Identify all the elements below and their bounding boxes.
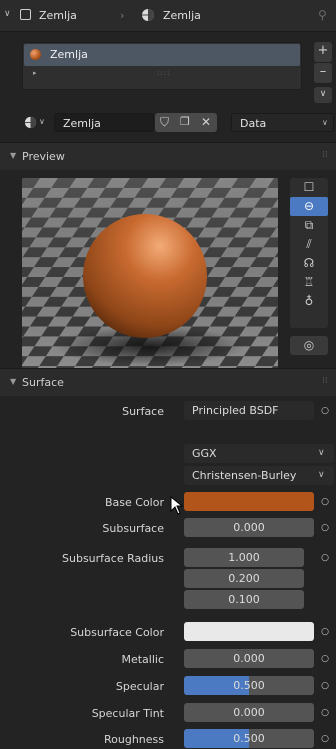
material-sphere-icon (30, 49, 41, 60)
world-icon[interactable]: ◎ (290, 336, 328, 355)
material-slot-row[interactable]: Zemlja (24, 44, 300, 66)
close-icon[interactable]: ✕ (201, 115, 211, 129)
subsurface-radius-z[interactable]: 0.100 (184, 590, 304, 609)
roughness-slider[interactable]: 0.500 (184, 729, 314, 748)
material-sphere-icon (142, 9, 154, 21)
base-color-swatch[interactable] (184, 492, 314, 511)
chevron-down-icon: ∨ (318, 470, 325, 480)
material-slot-list[interactable]: Zemlja ▸ :::: (22, 42, 302, 90)
surface-shader-value: Principled BSDF (192, 404, 279, 417)
preview-render (22, 178, 278, 372)
socket-dot-icon[interactable]: ○ (320, 681, 330, 691)
socket-dot-icon[interactable]: ○ (320, 523, 330, 533)
preview-sphere (83, 214, 207, 338)
socket-dot-icon[interactable]: ○ (320, 627, 330, 637)
material-name-text: Zemlja (63, 117, 101, 130)
pin-icon[interactable]: ⚲ (318, 8, 327, 22)
chevron-down-icon[interactable]: ∨ (4, 9, 11, 19)
slot-label: Zemlja (50, 48, 88, 61)
socket-dot-icon[interactable]: ○ (320, 553, 330, 563)
subsurface-method-value: Christensen-Burley (192, 469, 297, 482)
surface-panel-header[interactable]: ▼ Surface ⁞⁞ (0, 368, 336, 396)
material-name: Zemlja (163, 9, 201, 22)
subsurface-field[interactable]: 0.000 (184, 518, 314, 537)
socket-dot-icon[interactable]: ○ (320, 406, 330, 416)
shield-icon: ⛉ (160, 115, 170, 129)
link-mode-select[interactable]: Data ∨ (231, 113, 334, 132)
surface-shader-select[interactable]: Principled BSDF (184, 401, 314, 420)
object-icon (20, 9, 31, 20)
fake-user-button[interactable]: ⛉ ❐ ✕ (155, 113, 217, 132)
specular-value: 0.500 (233, 679, 265, 692)
preview-panel-header[interactable]: ▼ Preview ⁞⁞ (0, 142, 336, 170)
specular-slider[interactable]: 0.500 (184, 676, 314, 695)
list-expand-icon[interactable]: ▸ (33, 69, 37, 77)
subsurface-color-label: Subsurface Color (70, 626, 164, 639)
socket-dot-icon[interactable]: ○ (320, 654, 330, 664)
socket-dot-icon[interactable]: ○ (320, 734, 330, 744)
flat-icon[interactable]: ☐ (290, 178, 328, 197)
remove-slot-button[interactable]: – (314, 63, 332, 83)
distribution-value: GGX (192, 447, 217, 460)
chevron-down-icon: ∨ (39, 117, 45, 126)
copy-icon[interactable]: ❐ (180, 115, 190, 128)
collapse-triangle-icon: ▼ (10, 377, 17, 386)
socket-dot-icon[interactable]: ○ (320, 708, 330, 718)
subsurface-radius-y[interactable]: 0.200 (184, 569, 304, 588)
subsurface-label: Subsurface (102, 522, 164, 535)
material-name-field[interactable]: Zemlja (54, 113, 154, 132)
cloth-icon[interactable]: ♖ (290, 273, 328, 292)
distribution-select[interactable]: GGX (184, 444, 334, 463)
list-resize-handle[interactable]: :::: (157, 69, 170, 77)
sphere-icon[interactable]: ⊖ (290, 197, 328, 216)
link-mode-value: Data (240, 117, 267, 130)
material-sphere-icon (24, 116, 37, 129)
subsurface-method-select[interactable]: Christensen-Burley (184, 466, 334, 485)
browse-material-button[interactable]: ∨ (22, 113, 52, 132)
subsurface-radius-label: Subsurface Radius (62, 552, 164, 565)
chevron-down-icon: ∨ (318, 448, 325, 458)
breadcrumb-separator: › (120, 9, 125, 22)
specular-tint-field[interactable]: 0.000 (184, 703, 314, 722)
eyedropper-cursor-icon (170, 496, 184, 515)
roughness-value: 0.500 (233, 732, 265, 745)
specular-tint-label: Specular Tint (91, 707, 164, 720)
drag-handle-icon[interactable]: ⁞⁞ (322, 376, 328, 386)
monkey-icon[interactable]: ☊ (290, 254, 328, 273)
cube-icon[interactable]: ⧉ (290, 216, 328, 235)
subsurface-radius-x[interactable]: 1.000 (184, 548, 304, 567)
surface-panel-title: Surface (22, 376, 64, 389)
preview-panel-title: Preview (22, 150, 65, 163)
surface-label: Surface (122, 405, 164, 418)
hair-icon[interactable]: ⫽ (290, 235, 328, 254)
base-color-label: Base Color (104, 496, 164, 509)
socket-dot-icon[interactable]: ○ (320, 497, 330, 507)
material-preview[interactable]: :::: (22, 178, 278, 372)
properties-header: ∨ Zemlja › Zemlja ⚲ (0, 0, 336, 32)
drag-handle-icon[interactable]: ⁞⁞ (322, 150, 328, 160)
metallic-field[interactable]: 0.000 (184, 649, 314, 668)
specular-label: Specular (115, 680, 164, 693)
add-slot-button[interactable]: + (314, 42, 332, 62)
metallic-label: Metallic (121, 653, 164, 666)
chevron-down-icon: ∨ (322, 118, 328, 127)
collapse-triangle-icon: ▼ (10, 151, 17, 160)
fluid-icon[interactable]: ♁ (290, 292, 328, 311)
roughness-label: Roughness (103, 733, 164, 746)
subsurface-color-swatch[interactable] (184, 622, 314, 641)
object-name: Zemlja (39, 9, 77, 22)
slot-specials-button[interactable]: ∨ (314, 87, 332, 103)
